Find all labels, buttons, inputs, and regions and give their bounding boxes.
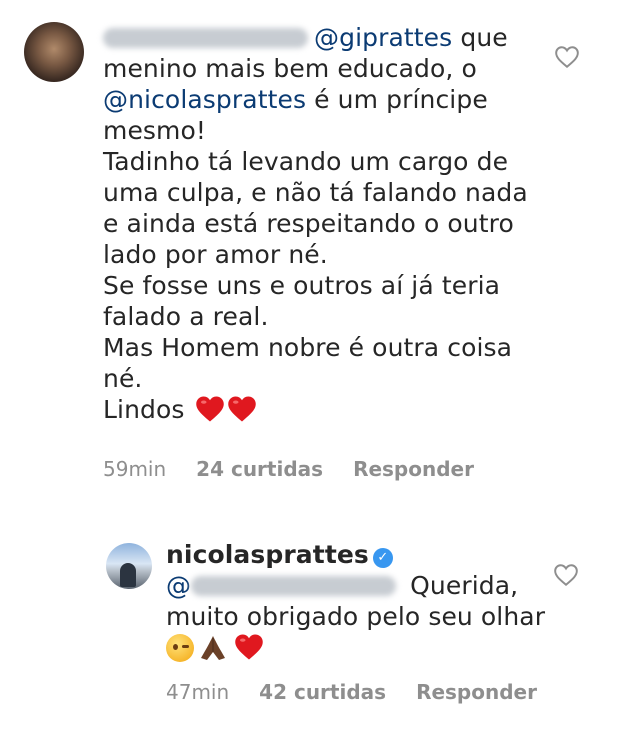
comment-text-segment: Lindos xyxy=(103,395,185,424)
mention-link[interactable]: @giprattes xyxy=(314,23,452,52)
mention-link[interactable]: @nicolasprattes xyxy=(103,85,306,114)
red-heart-emoji-icon xyxy=(235,634,263,660)
avatar-figure xyxy=(120,563,136,587)
folded-hands-emoji-icon xyxy=(201,636,225,660)
comment-time: 59min xyxy=(103,457,167,481)
avatar[interactable] xyxy=(106,543,152,589)
username-link[interactable]: nicolasprattes xyxy=(166,540,369,569)
verified-badge-icon: ✓ xyxy=(372,548,393,568)
blurred-username[interactable] xyxy=(103,28,308,48)
comment-time: 47min xyxy=(166,680,230,704)
likes-count-button[interactable]: 24 curtidas xyxy=(196,457,323,481)
heart-outline-icon[interactable] xyxy=(553,563,579,587)
comment-paragraph: @ Querida, muito obrigado pelo seu olhar xyxy=(166,570,556,663)
comment-text: nicolasprattes ✓ @ Querida, muito obrigad… xyxy=(166,539,556,663)
comment-paragraph: Mas Homem nobre é outra coisa né. xyxy=(103,333,513,393)
comment-last-line: Lindos xyxy=(103,394,543,425)
comment-text: @giprattes que menino mais bem educado, … xyxy=(103,22,543,425)
heart-outline-icon[interactable] xyxy=(554,45,580,69)
red-heart-emoji-icon xyxy=(195,396,224,422)
winking-face-emoji-icon xyxy=(166,634,194,662)
blurred-username[interactable] xyxy=(191,576,397,596)
comment-paragraph: Tadinho tá levando um cargo de uma culpa… xyxy=(103,147,528,269)
likes-count-button[interactable]: 42 curtidas xyxy=(259,680,386,704)
comment-meta: 47min 42 curtidas Responder xyxy=(166,680,537,704)
avatar[interactable] xyxy=(24,22,84,82)
comment-paragraph: Se fosse uns e outros aí já teria falado… xyxy=(103,271,501,331)
reply-button[interactable]: Responder xyxy=(353,457,474,481)
mention-link[interactable]: @ xyxy=(166,571,191,600)
comment-meta: 59min 24 curtidas Responder xyxy=(103,457,474,481)
reply-button[interactable]: Responder xyxy=(416,680,537,704)
red-heart-emoji-icon xyxy=(227,396,256,422)
